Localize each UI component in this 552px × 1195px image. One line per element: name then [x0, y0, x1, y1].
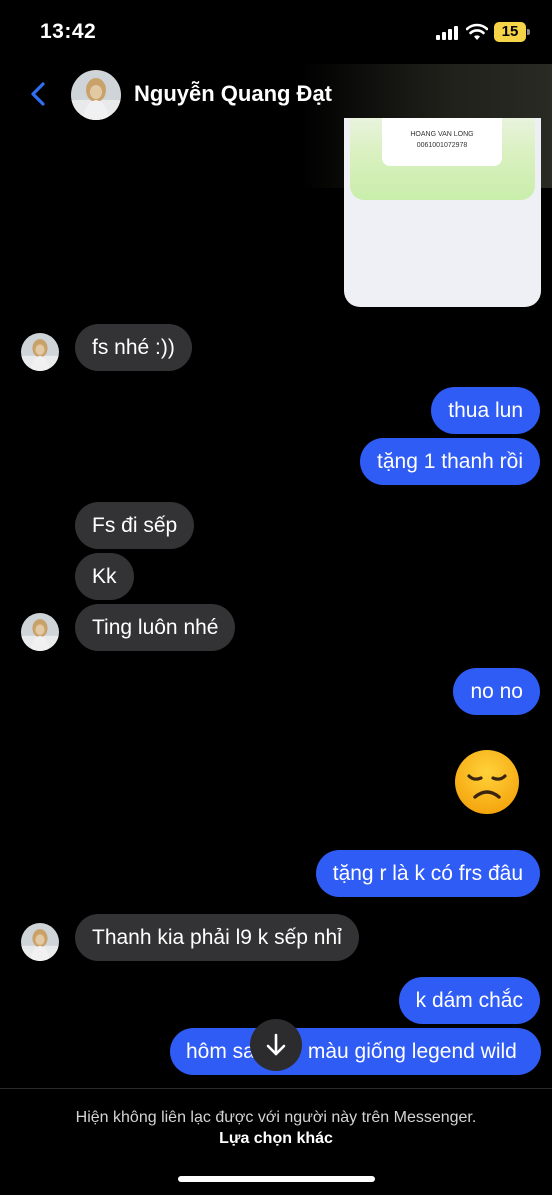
shared-image-message[interactable]: HOANG VAN LONG 0061001072978 — [344, 118, 541, 307]
avatar-photo — [71, 70, 121, 120]
other-options-link[interactable]: Lựa chọn khác — [0, 1130, 552, 1148]
avatar[interactable] — [21, 923, 59, 961]
avatar[interactable] — [21, 613, 59, 651]
message-bubble-incoming[interactable]: Thanh kia phải l9 k sếp nhỉ — [75, 914, 359, 961]
message-bubble-incoming[interactable]: Fs đi sếp — [75, 502, 195, 549]
contact-name[interactable]: Nguyễn Quang Đạt — [134, 81, 332, 107]
message-bubble-outgoing[interactable]: tặng 1 thanh rồi — [360, 438, 540, 485]
account-name: HOANG VAN LONG — [410, 131, 474, 138]
status-time: 13:42 — [40, 20, 97, 43]
avatar[interactable] — [71, 70, 121, 120]
footer-divider — [0, 1088, 552, 1089]
account-card: HOANG VAN LONG 0061001072978 — [382, 118, 502, 166]
home-indicator[interactable] — [178, 1176, 375, 1182]
message-bubble-incoming[interactable]: Kk — [75, 553, 134, 600]
chat-header: Nguyễn Quang Đạt — [0, 64, 552, 188]
message-bubble-outgoing[interactable]: tặng r là k có frs đâu — [315, 850, 540, 897]
avatar-photo — [21, 613, 59, 651]
status-bar: 13:42 15 — [0, 0, 552, 64]
message-text-start: hôm sa — [186, 1040, 255, 1063]
message-bubble-outgoing[interactable]: no no — [453, 668, 540, 715]
avatar[interactable] — [21, 333, 59, 371]
scroll-to-bottom-button[interactable] — [250, 1019, 302, 1071]
signal-icon — [436, 26, 458, 40]
unavailable-notice: Hiện không liên lạc được với người này t… — [75, 1109, 477, 1126]
account-number: 0061001072978 — [416, 142, 468, 149]
wifi-icon — [466, 23, 488, 40]
message-bubble-outgoing[interactable]: k dám chắc — [398, 977, 540, 1024]
message-bubble-incoming[interactable]: Ting luôn nhé — [75, 604, 236, 651]
battery-level: 15 — [494, 22, 526, 42]
message-bubble-outgoing[interactable]: hôm sa màu giống legend wild — [170, 1028, 541, 1075]
disappointed-face-emoji[interactable] — [454, 749, 520, 815]
message-bubble-incoming[interactable]: fs nhé :)) — [75, 324, 192, 371]
chevron-left-icon[interactable] — [24, 79, 54, 109]
avatar-photo — [21, 923, 59, 961]
battery-cap — [527, 29, 530, 35]
arrow-down-icon — [266, 1033, 286, 1056]
avatar-photo — [21, 333, 59, 371]
battery-icon: 15 — [494, 22, 530, 42]
message-bubble-outgoing[interactable]: thua lun — [431, 387, 540, 434]
message-text-end: màu giống legend wild — [307, 1040, 517, 1063]
